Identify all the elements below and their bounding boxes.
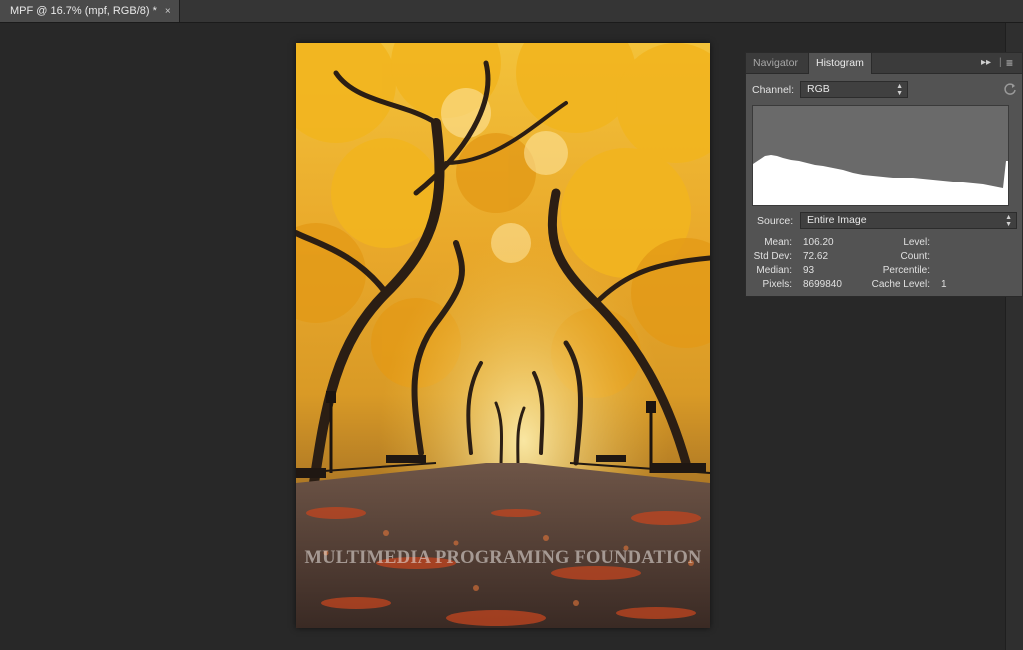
close-icon[interactable]: × (165, 6, 171, 17)
median-value: 93 (803, 265, 815, 276)
std-dev-value: 72.62 (803, 251, 829, 262)
collapse-panel-icon[interactable]: ▸▸ (981, 53, 991, 73)
std-dev-label: Std Dev: (753, 251, 792, 262)
channel-label: Channel: (752, 84, 795, 96)
histogram-panel: Navigator Histogram ▸▸ | ≡ Channel: RGB … (745, 52, 1023, 297)
histogram-curve (753, 155, 1008, 205)
document-tab-bar: MPF @ 16.7% (mpf, RGB/8) * × (0, 0, 1023, 23)
document-tab[interactable]: MPF @ 16.7% (mpf, RGB/8) * × (0, 0, 180, 22)
watermark-text: MULTIMEDIA PROGRAMING FOUNDATION (304, 548, 702, 568)
panel-tab-bar: Navigator Histogram ▸▸ | ≡ (746, 53, 1022, 74)
document-tab-title: MPF @ 16.7% (mpf, RGB/8) * (10, 5, 157, 17)
source-label: Source: (757, 215, 794, 227)
pixels-value: 8699840 (803, 279, 842, 290)
select-arrows-icon: ▲ ▼ (896, 83, 903, 97)
mean-value: 106.20 (803, 237, 834, 248)
panel-separator: | (999, 57, 1002, 68)
source-select[interactable]: Entire Image ▲ ▼ (800, 212, 1017, 229)
autumn-park-photo (296, 43, 710, 628)
tab-navigator[interactable]: Navigator (746, 53, 805, 73)
cache-level-value: 1 (941, 279, 947, 290)
channel-select[interactable]: RGB ▲ ▼ (800, 81, 908, 98)
refresh-icon[interactable] (1003, 82, 1017, 96)
histogram-graph (752, 105, 1009, 206)
panel-menu-icon[interactable]: ≡ (1006, 53, 1013, 73)
level-label: Level: (903, 237, 930, 248)
median-label: Median: (756, 265, 792, 276)
cache-level-label: Cache Level: (871, 279, 930, 290)
tab-histogram[interactable]: Histogram (808, 53, 872, 74)
mean-label: Mean: (764, 237, 792, 248)
channel-value: RGB (807, 83, 830, 95)
select-arrows-icon: ▲ ▼ (1005, 214, 1012, 228)
count-label: Count: (900, 251, 930, 262)
pixels-label: Pixels: (762, 279, 792, 290)
percentile-label: Percentile: (882, 265, 930, 276)
document-image[interactable]: MULTIMEDIA PROGRAMING FOUNDATION (296, 43, 710, 628)
source-value: Entire Image (807, 214, 867, 226)
